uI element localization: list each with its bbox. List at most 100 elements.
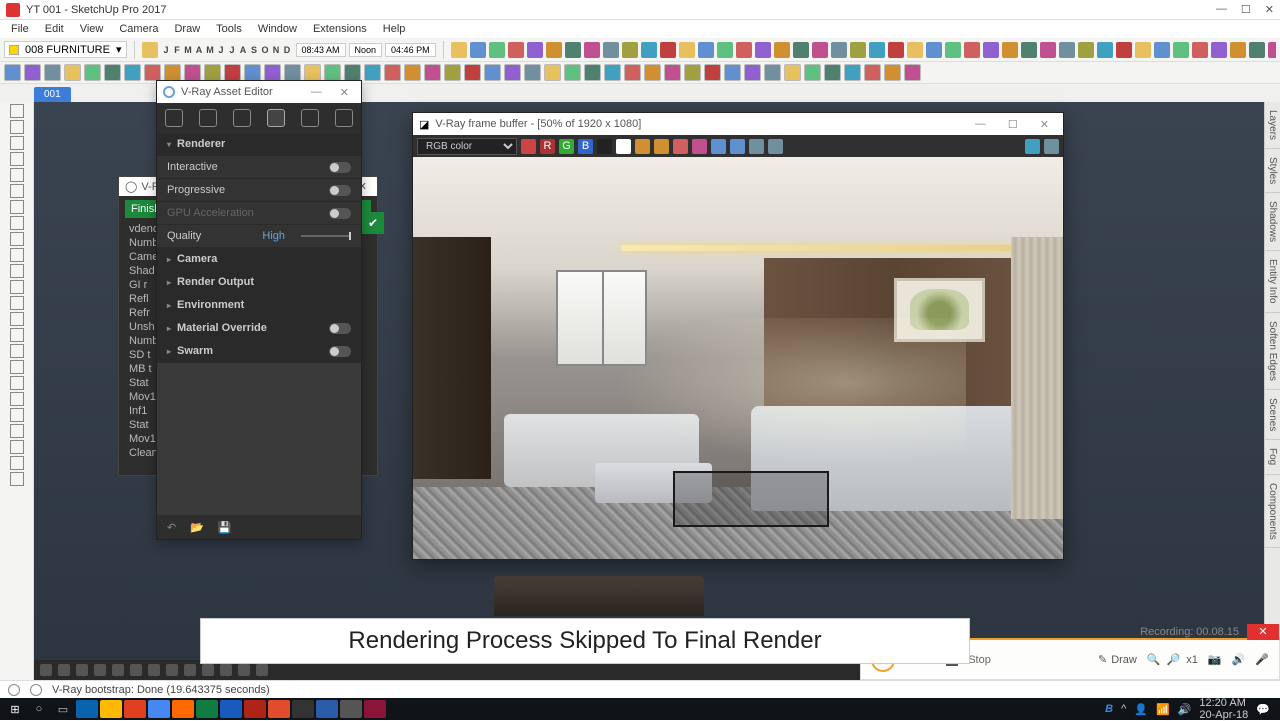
- menu-draw[interactable]: Draw: [167, 21, 207, 37]
- alpha-icon[interactable]: [616, 139, 631, 154]
- info-icon[interactable]: [1044, 139, 1059, 154]
- offset-tool-icon[interactable]: [10, 264, 24, 278]
- taskbar-app-icon[interactable]: [196, 700, 218, 718]
- tool-icon[interactable]: [983, 42, 999, 58]
- tool-icon[interactable]: [644, 64, 661, 81]
- month-slider[interactable]: JFMAMJJASOND: [161, 45, 293, 55]
- tool-icon[interactable]: [907, 42, 923, 58]
- tool-icon[interactable]: [724, 64, 741, 81]
- tool-icon[interactable]: [489, 42, 505, 58]
- minimize-button[interactable]: —: [1216, 3, 1227, 16]
- settings-tab-icon[interactable]: [267, 109, 285, 127]
- g-channel-button[interactable]: G: [559, 139, 574, 154]
- environment-section[interactable]: ▸Environment: [157, 294, 361, 317]
- tool-icon[interactable]: [888, 42, 904, 58]
- tool-icon[interactable]: [44, 64, 61, 81]
- tool-icon[interactable]: [10, 440, 24, 454]
- mic-icon[interactable]: 🎤: [1255, 653, 1269, 666]
- start-button[interactable]: ⊞: [4, 700, 26, 718]
- tool-icon[interactable]: [544, 64, 561, 81]
- swarm-section[interactable]: ▸Swarm: [157, 340, 361, 363]
- tool-icon[interactable]: [464, 64, 481, 81]
- taskbar-app-icon[interactable]: [316, 700, 338, 718]
- tray-components[interactable]: Components: [1265, 475, 1280, 549]
- taskbar-app-icon[interactable]: [148, 700, 170, 718]
- minimize-button[interactable]: —: [305, 86, 328, 98]
- render-output[interactable]: [413, 157, 1063, 559]
- tool-icon[interactable]: [144, 64, 161, 81]
- r-channel-button[interactable]: R: [540, 139, 555, 154]
- taskbar-app-icon[interactable]: [364, 700, 386, 718]
- tool-icon[interactable]: [744, 64, 761, 81]
- load-icon[interactable]: 📂: [190, 521, 204, 534]
- pushpull-tool-icon[interactable]: [10, 200, 24, 214]
- vp-tool-icon[interactable]: [238, 664, 250, 676]
- camera-section[interactable]: ▸Camera: [157, 248, 361, 271]
- zoom-in-icon[interactable]: 🔍: [1147, 653, 1161, 666]
- tool-icon[interactable]: [546, 42, 562, 58]
- tool-icon[interactable]: [10, 456, 24, 470]
- region-icon[interactable]: [711, 139, 726, 154]
- save-icon[interactable]: 💾: [218, 521, 232, 534]
- vp-tool-icon[interactable]: [148, 664, 160, 676]
- tool-icon[interactable]: [64, 64, 81, 81]
- tool-icon[interactable]: [24, 64, 41, 81]
- tool-icon[interactable]: [824, 64, 841, 81]
- tool-icon[interactable]: [764, 64, 781, 81]
- tool-icon[interactable]: [284, 64, 301, 81]
- maximize-button[interactable]: ☐: [1241, 3, 1251, 16]
- tool-icon[interactable]: [1192, 42, 1208, 58]
- tool-icon[interactable]: [384, 64, 401, 81]
- tool-icon[interactable]: [717, 42, 733, 58]
- taskbar-app-icon[interactable]: [292, 700, 314, 718]
- taskbar-app-icon[interactable]: [340, 700, 362, 718]
- mono-icon[interactable]: [597, 139, 612, 154]
- menu-help[interactable]: Help: [376, 21, 413, 37]
- menu-camera[interactable]: Camera: [112, 21, 165, 37]
- tool-icon[interactable]: [884, 64, 901, 81]
- tool-icon[interactable]: [1078, 42, 1094, 58]
- menu-file[interactable]: File: [4, 21, 36, 37]
- draw-button[interactable]: ✎Draw: [1098, 653, 1137, 666]
- tool-icon[interactable]: [451, 42, 467, 58]
- tape-tool-icon[interactable]: [10, 280, 24, 294]
- pan-tool-icon[interactable]: [10, 344, 24, 358]
- scale-tool-icon[interactable]: [10, 248, 24, 262]
- tray-chevron-icon[interactable]: ^: [1121, 703, 1126, 715]
- lights-tab-icon[interactable]: [199, 109, 217, 127]
- progressive-toggle[interactable]: [329, 185, 351, 196]
- task-view-icon[interactable]: ▭: [52, 700, 74, 718]
- render-output-section[interactable]: ▸Render Output: [157, 271, 361, 294]
- material-override-section[interactable]: ▸Material Override: [157, 317, 361, 340]
- tool-icon[interactable]: [664, 64, 681, 81]
- scene-tab-001[interactable]: 001: [34, 87, 71, 102]
- tool-icon[interactable]: [964, 42, 980, 58]
- tool-icon[interactable]: [124, 64, 141, 81]
- tool-icon[interactable]: [1002, 42, 1018, 58]
- rect-tool-icon[interactable]: [10, 152, 24, 166]
- vp-tool-icon[interactable]: [76, 664, 88, 676]
- tool-icon[interactable]: [604, 64, 621, 81]
- vp-tool-icon[interactable]: [202, 664, 214, 676]
- people-icon[interactable]: 👤: [1134, 703, 1148, 716]
- tool-icon[interactable]: [926, 42, 942, 58]
- tool-icon[interactable]: [527, 42, 543, 58]
- text-tool-icon[interactable]: [10, 296, 24, 310]
- tool-icon[interactable]: [704, 64, 721, 81]
- tray-soften-edges[interactable]: Soften Edges: [1265, 313, 1280, 390]
- tool-icon[interactable]: [831, 42, 847, 58]
- track-icon[interactable]: [730, 139, 745, 154]
- tool-icon[interactable]: [564, 64, 581, 81]
- vp-tool-icon[interactable]: [184, 664, 196, 676]
- vp-tool-icon[interactable]: [58, 664, 70, 676]
- circle-tool-icon[interactable]: [10, 168, 24, 182]
- b-channel-button[interactable]: B: [578, 139, 593, 154]
- tool-icon[interactable]: [793, 42, 809, 58]
- link-icon[interactable]: [692, 139, 707, 154]
- close-button[interactable]: ✕: [334, 86, 355, 99]
- menu-view[interactable]: View: [73, 21, 111, 37]
- arc-tool-icon[interactable]: [10, 184, 24, 198]
- tool-icon[interactable]: [204, 64, 221, 81]
- tool-icon[interactable]: [324, 64, 341, 81]
- menu-tools[interactable]: Tools: [209, 21, 249, 37]
